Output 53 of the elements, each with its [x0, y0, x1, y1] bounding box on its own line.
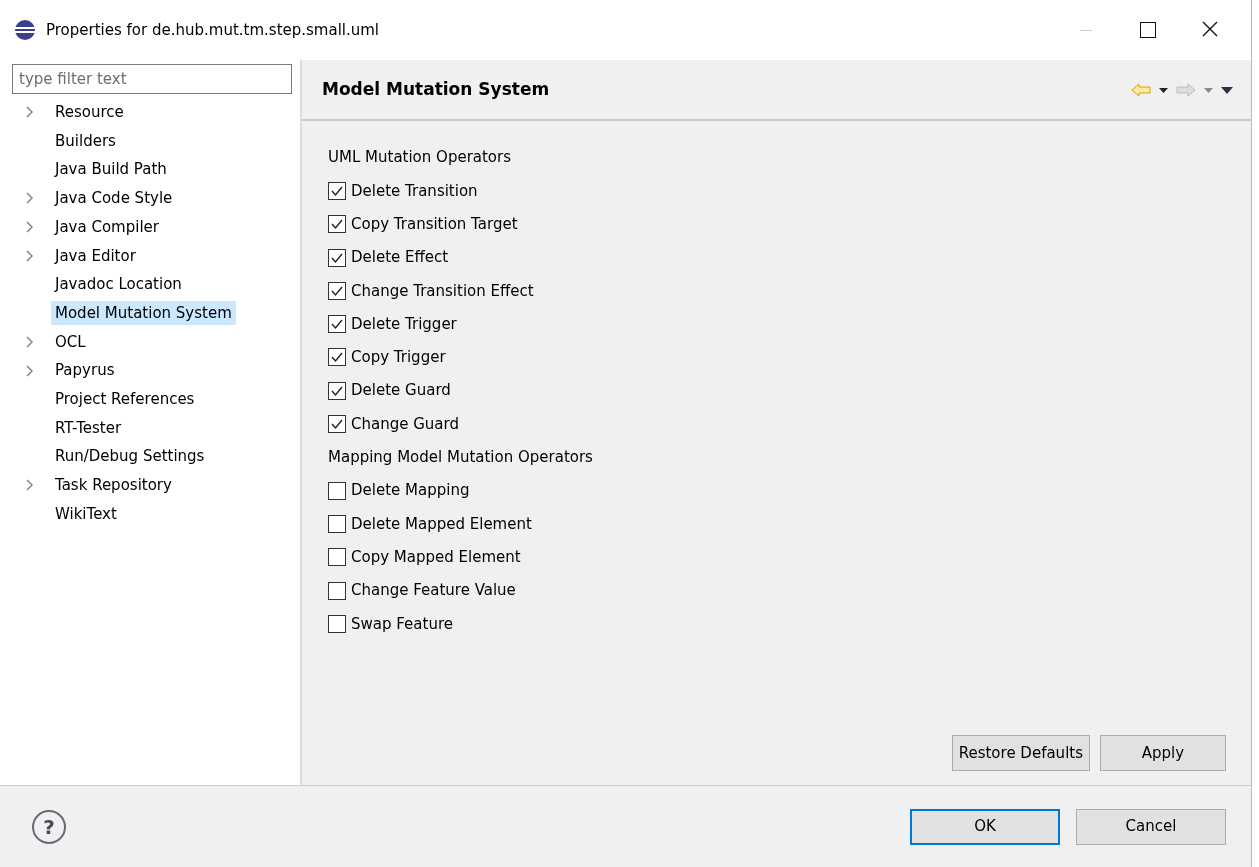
- checkbox-label[interactable]: Delete Mapped Element: [351, 512, 532, 536]
- checkbox[interactable]: [328, 215, 346, 234]
- tree-item[interactable]: Javadoc Location: [51, 272, 186, 297]
- checkbox-label[interactable]: Change Feature Value: [351, 579, 516, 602]
- checkbox-label[interactable]: Delete Effect: [351, 246, 449, 269]
- apply-button[interactable]: Apply: [1100, 735, 1226, 771]
- tree-item[interactable]: OCL: [51, 329, 90, 355]
- dropdown-icon[interactable]: [1159, 87, 1168, 93]
- cancel-button[interactable]: Cancel: [1076, 808, 1226, 845]
- ok-button[interactable]: OK: [910, 808, 1060, 845]
- tree-item[interactable]: Project References: [51, 386, 199, 412]
- tree-item[interactable]: Java Editor: [51, 243, 140, 269]
- page-title: Model Mutation System: [322, 78, 551, 102]
- checkbox[interactable]: [328, 281, 346, 300]
- checkbox-label[interactable]: Copy Mapped Element: [351, 545, 521, 569]
- window-title: Properties for de.hub.mut.tm.step.small.uml: [46, 19, 381, 41]
- checkbox-label[interactable]: Swap Feature: [351, 612, 453, 636]
- checkbox[interactable]: [328, 181, 346, 200]
- checkbox[interactable]: [328, 614, 346, 633]
- group-label: Mapping Model Mutation Operators: [328, 447, 593, 469]
- tree-item[interactable]: Run/Debug Settings: [51, 444, 209, 469]
- checkbox[interactable]: [328, 581, 346, 600]
- tree-item[interactable]: WikiText: [51, 501, 121, 527]
- checkbox[interactable]: [328, 415, 346, 433]
- checkbox-label[interactable]: Delete Trigger: [351, 312, 457, 336]
- checkbox[interactable]: [328, 381, 346, 400]
- tree-item[interactable]: Resource: [51, 100, 128, 125]
- tree-item[interactable]: Java Compiler: [51, 214, 163, 240]
- tree-item[interactable]: Model Mutation System: [51, 300, 236, 326]
- help-button[interactable]: ?: [32, 809, 66, 844]
- tree-item[interactable]: RT-Tester: [51, 415, 126, 441]
- checkbox-label[interactable]: Change Transition Effect: [351, 279, 534, 303]
- group-label: UML Mutation Operators: [328, 147, 512, 169]
- checkbox-label[interactable]: Delete Guard: [351, 379, 451, 402]
- filter-field[interactable]: type filter text: [12, 64, 292, 94]
- checkbox[interactable]: [328, 248, 346, 267]
- checkbox[interactable]: [328, 514, 346, 533]
- checkbox-label[interactable]: Delete Mapping: [351, 479, 470, 502]
- tree-item[interactable]: Builders: [51, 128, 120, 154]
- tree-item[interactable]: Java Build Path: [51, 157, 171, 182]
- tree-item[interactable]: Task Repository: [51, 473, 176, 498]
- checkbox[interactable]: [328, 481, 346, 500]
- checkbox-label[interactable]: Delete Transition: [351, 179, 478, 203]
- checkbox-label[interactable]: Copy Transition Target: [351, 213, 518, 236]
- restore-defaults-button[interactable]: Restore Defaults: [951, 735, 1090, 771]
- checkbox[interactable]: [328, 315, 346, 334]
- checkbox-label[interactable]: Change Guard: [351, 412, 459, 436]
- tree-item[interactable]: Java Code Style: [51, 186, 177, 211]
- checkbox[interactable]: [328, 348, 346, 367]
- checkbox-label[interactable]: Copy Trigger: [351, 346, 446, 369]
- menu-icon[interactable]: [1221, 86, 1233, 94]
- tree-item[interactable]: Papyrus: [51, 358, 119, 383]
- checkbox[interactable]: [328, 548, 346, 567]
